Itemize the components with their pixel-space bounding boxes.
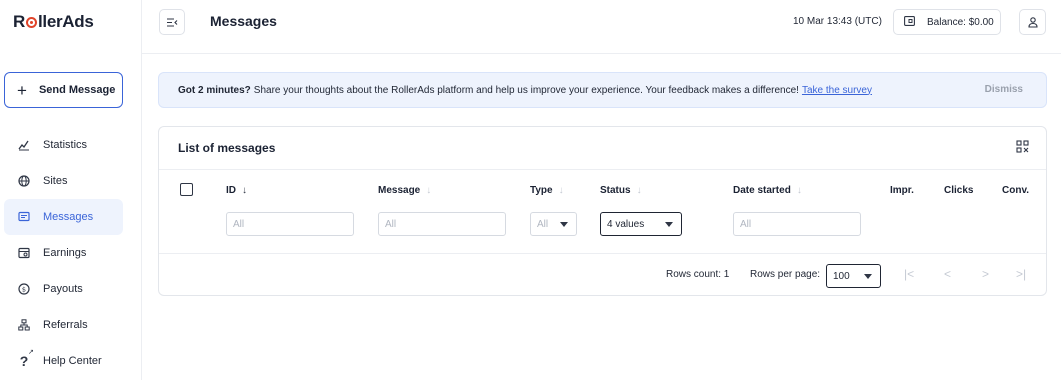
user-icon: [1027, 16, 1038, 28]
column-header-conv[interactable]: Conv.: [1002, 185, 1029, 196]
column-header-id[interactable]: ID ↓: [226, 185, 247, 196]
sort-arrow-icon: ↓: [242, 185, 247, 196]
next-page-icon[interactable]: >: [982, 267, 989, 281]
wallet-icon: [904, 15, 915, 29]
plus-icon: +: [17, 80, 27, 100]
chevron-down-icon: [665, 222, 673, 227]
column-header-impr[interactable]: Impr.: [890, 185, 914, 196]
current-datetime: 10 Mar 13:43 (UTC): [793, 16, 882, 27]
sidebar-item-help-center[interactable]: ? ↗ Help Center: [4, 343, 123, 379]
collapse-menu-icon: [166, 17, 177, 27]
sort-arrow-icon: ↓: [796, 185, 802, 196]
top-header: Messages 10 Mar 13:43 (UTC) Balance: $0.…: [142, 0, 1061, 54]
column-header-status[interactable]: Status ↓: [600, 185, 642, 196]
earnings-icon: [16, 247, 32, 259]
send-message-button[interactable]: + Send Message: [4, 72, 123, 108]
sidebar-item-earnings[interactable]: Earnings: [4, 235, 123, 271]
dismiss-button[interactable]: Dismiss: [985, 84, 1023, 95]
external-link-icon: ↗: [28, 349, 34, 356]
divider: [159, 253, 1046, 254]
referrals-icon: [16, 319, 32, 331]
column-header-date-started[interactable]: Date started ↓: [733, 185, 802, 196]
collapse-sidebar-button[interactable]: [159, 9, 185, 35]
chart-icon: [16, 139, 32, 151]
dollar-icon: $: [16, 283, 32, 295]
last-page-icon[interactable]: >|: [1016, 267, 1026, 281]
messages-table-card: List of messages ID ↓ Message ↓ Type ↓ Stat…: [158, 126, 1047, 296]
svg-text:$: $: [22, 285, 26, 293]
sidebar-item-payouts[interactable]: $ Payouts: [4, 271, 123, 307]
rows-per-page-select[interactable]: 100: [826, 264, 881, 288]
column-header-type[interactable]: Type ↓: [530, 185, 564, 196]
sidebar-item-statistics[interactable]: Statistics: [4, 127, 123, 163]
rollerads-logo[interactable]: RllerAds: [13, 12, 94, 32]
sort-arrow-icon: ↓: [636, 185, 642, 196]
take-survey-link[interactable]: Take the survey: [802, 85, 872, 96]
column-header-message[interactable]: Message ↓: [378, 185, 431, 196]
message-filter-input[interactable]: All: [378, 212, 506, 236]
message-icon: [16, 211, 32, 223]
first-page-icon[interactable]: |<: [904, 267, 914, 281]
sort-arrow-icon: ↓: [558, 185, 564, 196]
divider: [159, 169, 1046, 170]
page-title: Messages: [210, 13, 277, 29]
previous-page-icon[interactable]: <: [944, 267, 951, 281]
help-icon: ? ↗: [19, 349, 34, 369]
sort-arrow-icon: ↓: [426, 185, 432, 196]
sidebar-item-messages[interactable]: Messages: [4, 199, 123, 235]
column-settings-icon[interactable]: [1016, 140, 1029, 156]
rows-per-page-label: Rows per page:: [750, 269, 821, 280]
select-all-checkbox[interactable]: [180, 183, 193, 196]
user-profile-button[interactable]: [1019, 9, 1046, 35]
table-title: List of messages: [178, 141, 276, 155]
id-filter-input[interactable]: All: [226, 212, 354, 236]
sidebar-item-referrals[interactable]: Referrals: [4, 307, 123, 343]
date-started-filter-input[interactable]: All: [733, 212, 861, 236]
sidebar: RllerAds + Send Message Statistics Sites…: [0, 0, 142, 380]
rows-count: Rows count: 1: [666, 269, 730, 280]
column-header-clicks[interactable]: Clicks: [944, 185, 973, 196]
type-filter-select[interactable]: All: [530, 212, 577, 236]
sidebar-nav: Statistics Sites Messages Earnings $ Pay…: [4, 127, 123, 379]
sidebar-item-sites[interactable]: Sites: [4, 163, 123, 199]
survey-banner: Got 2 minutes? Share your thoughts about…: [158, 72, 1047, 108]
chevron-down-icon: [560, 222, 568, 227]
balance-button[interactable]: Balance: $0.00: [893, 9, 1001, 35]
chevron-down-icon: [864, 274, 872, 279]
status-filter-select[interactable]: 4 values: [600, 212, 682, 236]
globe-icon: [16, 175, 32, 187]
